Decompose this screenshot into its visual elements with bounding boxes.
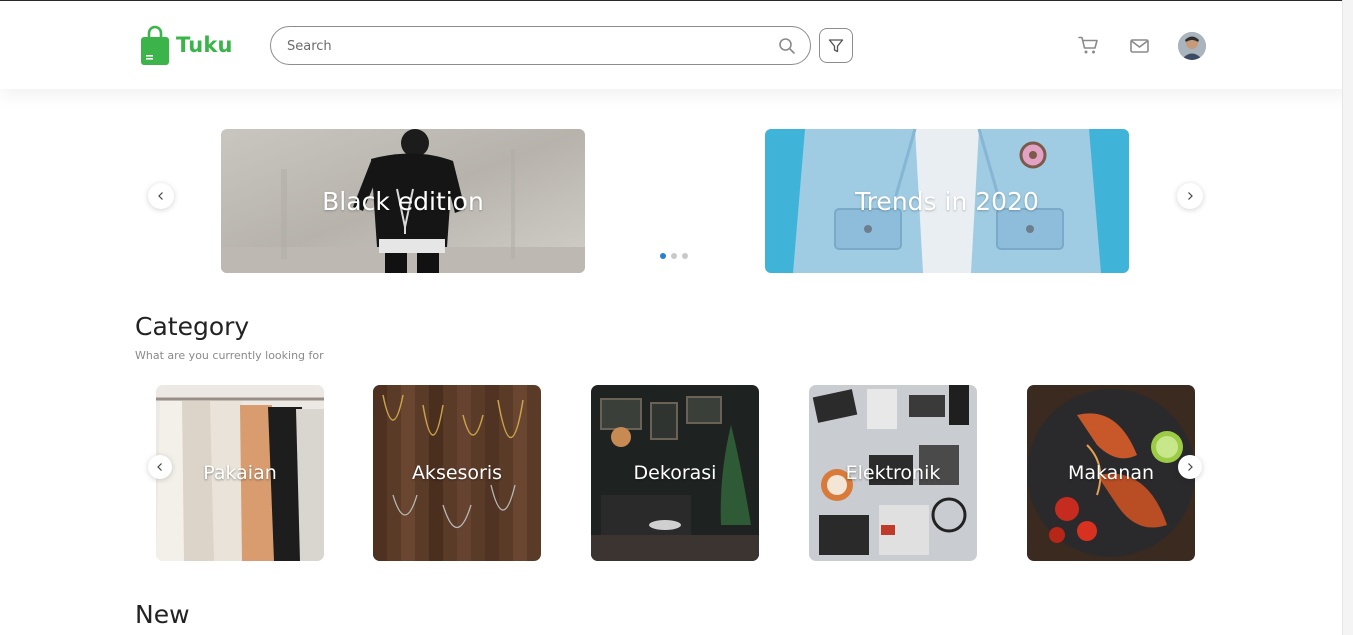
carousel-dots bbox=[660, 253, 688, 259]
logo[interactable]: Tuku bbox=[140, 25, 233, 65]
filter-button[interactable] bbox=[819, 28, 853, 63]
cart-icon[interactable] bbox=[1078, 36, 1099, 55]
category-label: Makanan bbox=[1067, 462, 1155, 484]
category-card-elektronik[interactable]: Elektronik bbox=[809, 385, 977, 561]
chevron-left-icon bbox=[158, 192, 163, 200]
category-label: Pakaian bbox=[203, 462, 277, 484]
category-title: Category bbox=[135, 312, 250, 341]
brand-name: Tuku bbox=[176, 33, 233, 57]
shopping-bag-icon bbox=[141, 25, 169, 65]
category-next-button[interactable] bbox=[1178, 455, 1202, 479]
page-scrollbar[interactable] bbox=[1342, 0, 1353, 635]
avatar[interactable] bbox=[1178, 32, 1206, 60]
category-card-pakaian[interactable]: Pakaian bbox=[156, 385, 324, 561]
mail-icon[interactable] bbox=[1130, 39, 1149, 53]
search-bar[interactable] bbox=[270, 26, 811, 65]
filter-icon bbox=[828, 38, 844, 52]
category-prev-button[interactable] bbox=[148, 455, 172, 479]
search-input[interactable] bbox=[287, 36, 767, 56]
carousel-dot[interactable] bbox=[671, 253, 677, 259]
category-subtitle: What are you currently looking for bbox=[135, 349, 324, 362]
carousel-slide-black-edition[interactable]: Black edition bbox=[221, 129, 585, 273]
chevron-left-icon bbox=[157, 463, 162, 471]
chevron-right-icon bbox=[1188, 463, 1193, 471]
category-card-aksesoris[interactable]: Aksesoris bbox=[373, 385, 541, 561]
carousel-prev-button[interactable] bbox=[148, 183, 174, 209]
chevron-right-icon bbox=[1188, 192, 1193, 200]
header: Tuku bbox=[0, 1, 1353, 89]
search-icon[interactable] bbox=[778, 37, 796, 55]
carousel-dot[interactable] bbox=[660, 253, 666, 259]
new-section-title: New bbox=[135, 600, 190, 629]
carousel-slide-trends[interactable]: Trends in 2020 bbox=[765, 129, 1129, 273]
carousel-dot[interactable] bbox=[682, 253, 688, 259]
category-card-dekorasi[interactable]: Dekorasi bbox=[591, 385, 759, 561]
category-label: Dekorasi bbox=[633, 462, 717, 484]
carousel-next-button[interactable] bbox=[1177, 183, 1203, 209]
category-card-makanan[interactable]: Makanan bbox=[1027, 385, 1195, 561]
slide-title: Black edition bbox=[322, 186, 484, 216]
slide-title: Trends in 2020 bbox=[855, 186, 1039, 216]
category-label: Aksesoris bbox=[411, 462, 503, 484]
category-label: Elektronik bbox=[845, 462, 941, 484]
